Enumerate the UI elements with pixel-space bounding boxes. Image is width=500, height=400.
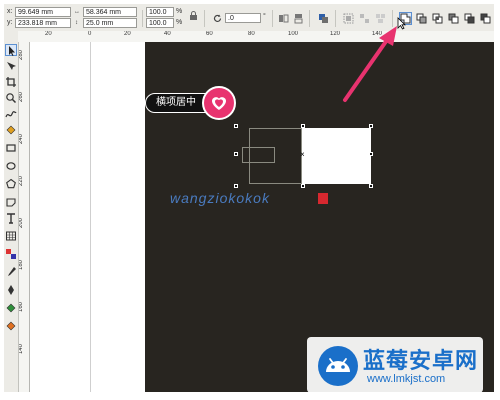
brand-watermark: 蓝莓安卓网 www.lmkjst.com (307, 337, 483, 393)
x-label: x: (7, 8, 13, 15)
simplify-icon[interactable] (447, 12, 460, 25)
text-tool-icon[interactable] (5, 212, 17, 224)
selection-handle[interactable] (369, 152, 373, 156)
x-position-input[interactable]: 99.649 mm (15, 7, 71, 17)
white-rectangle[interactable] (302, 128, 371, 184)
freehand-tool-icon[interactable] (5, 108, 17, 120)
rotation-input[interactable]: .0 (225, 13, 261, 23)
ruler-label: 20 (45, 31, 52, 37)
height-input[interactable]: 25.0 mm (83, 18, 137, 28)
basic-shapes-icon[interactable] (5, 196, 17, 208)
trim-icon[interactable] (415, 12, 428, 25)
ruler-label: 100 (288, 31, 299, 37)
table-tool-icon[interactable] (5, 230, 17, 242)
page-border (90, 42, 91, 392)
ruler-corner[interactable] (4, 31, 18, 42)
brand-url: www.lmkjst.com (367, 373, 446, 385)
ellipse-tool-icon[interactable] (5, 160, 17, 172)
separator (204, 10, 205, 27)
mirror-h-icon[interactable] (277, 12, 290, 25)
watermark-text: wangziokokok (170, 190, 270, 206)
separator (142, 10, 143, 27)
percent-label: % (176, 8, 183, 15)
scale-x-input[interactable]: 100.0 (146, 7, 174, 17)
front-minus-back-icon[interactable] (463, 12, 476, 25)
polygon-tool-icon[interactable] (5, 178, 17, 190)
percent-label: % (176, 19, 183, 26)
toolbox (4, 42, 19, 392)
selection-handle[interactable] (301, 124, 305, 128)
ruler-label: 20 (124, 31, 131, 37)
android-logo-icon (318, 346, 358, 386)
separator (309, 10, 310, 27)
outline-pen-icon[interactable] (5, 284, 17, 296)
selection-handle[interactable] (234, 124, 238, 128)
fill-tool-icon[interactable] (5, 302, 17, 314)
ruler-label: 80 (248, 31, 255, 37)
mirror-v-icon[interactable] (292, 12, 305, 25)
selection-handle[interactable] (369, 124, 373, 128)
ruler-label: 40 (164, 31, 171, 37)
app-window: x: 99.649 mm y: 233.818 mm ↔ 58.364 mm ↕… (0, 0, 500, 400)
arrange-icon[interactable] (317, 12, 330, 25)
shape-tool-icon[interactable] (5, 60, 17, 72)
lock-ratio-icon[interactable] (187, 9, 200, 22)
selection-handle[interactable] (301, 184, 305, 188)
property-bar: x: 99.649 mm y: 233.818 mm ↔ 58.364 mm ↕… (4, 4, 494, 32)
crop-tool-icon[interactable] (5, 76, 17, 88)
pointer-arrow-icon (343, 26, 397, 102)
rotate-icon (211, 12, 224, 25)
back-minus-front-icon[interactable] (479, 12, 492, 25)
scale-y-input[interactable]: 100.0 (146, 18, 174, 28)
heart-icon (202, 86, 236, 120)
intersect-icon[interactable] (431, 12, 444, 25)
ruler-label: 0 (88, 31, 92, 37)
ruler-label: 60 (206, 31, 213, 37)
y-position-input[interactable]: 233.818 mm (15, 18, 71, 28)
small-rectangle[interactable] (242, 147, 275, 163)
height-icon: ↕ (75, 20, 78, 26)
degree-label: ° (263, 13, 266, 20)
interactive-fill-icon[interactable] (5, 320, 17, 332)
zoom-tool-icon[interactable] (5, 92, 17, 104)
smart-fill-icon[interactable] (5, 124, 17, 136)
pick-tool-icon[interactable] (5, 44, 17, 56)
watermark-seal-icon (318, 193, 328, 204)
vertical-ruler[interactable]: 280 260 240 220 200 180 160 140 (18, 42, 30, 392)
selection-center-marker: × (300, 150, 305, 159)
selection-handle[interactable] (234, 152, 238, 156)
blend-tool-icon[interactable] (5, 248, 17, 260)
width-icon: ↔ (74, 9, 80, 15)
selection-handle[interactable] (369, 184, 373, 188)
separator (272, 10, 273, 27)
selection-handle[interactable] (234, 184, 238, 188)
y-label: y: (7, 19, 13, 26)
eyedropper-icon[interactable] (5, 266, 17, 278)
rectangle-tool-icon[interactable] (5, 142, 17, 154)
width-input[interactable]: 58.364 mm (83, 7, 137, 17)
brand-name: 蓝莓安卓网 (363, 348, 479, 373)
